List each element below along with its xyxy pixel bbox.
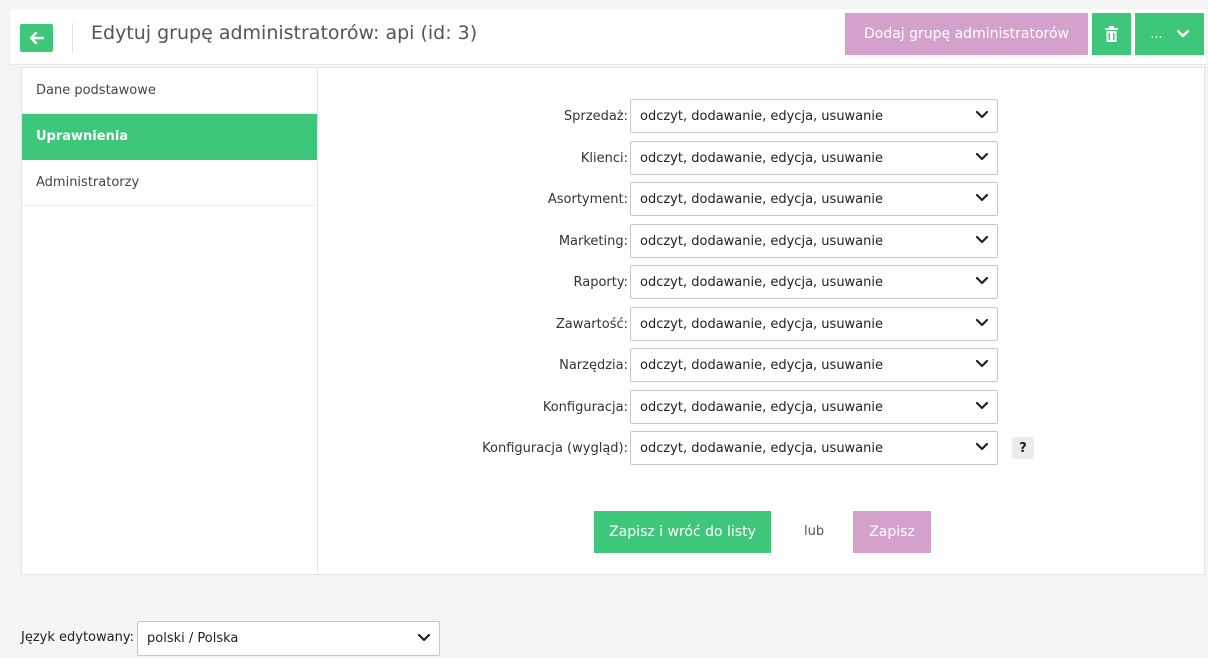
permission-row-configuration-appearance: Konfiguracja (wygląd): odczyt, dodawanie… (318, 431, 1038, 465)
chevron-down-icon (976, 443, 988, 451)
select-value: odczyt, dodawanie, edycja, usuwanie (640, 108, 884, 124)
field-label: Konfiguracja: (542, 399, 628, 415)
chevron-down-icon (976, 319, 988, 327)
select-value: polski / Polska (147, 631, 239, 646)
or-separator: lub (804, 524, 825, 539)
edit-panel: Dane podstawowe Uprawnienia Administrato… (21, 67, 1205, 575)
page-title: Edytuj grupę administratorów: api (id: 3… (91, 22, 478, 44)
field-label: Sprzedaż: (563, 108, 628, 124)
permission-select-tools[interactable]: odczyt, dodawanie, edycja, usuwanie (630, 348, 998, 382)
trash-icon (1105, 26, 1118, 42)
permission-select-clients[interactable]: odczyt, dodawanie, edycja, usuwanie (630, 141, 998, 175)
field-label: Narzędzia: (559, 357, 628, 373)
permission-select-content[interactable]: odczyt, dodawanie, edycja, usuwanie (630, 307, 998, 341)
chevron-down-icon (976, 277, 988, 285)
language-label: Język edytowany: (21, 630, 134, 645)
permission-select-configuration-appearance[interactable]: odczyt, dodawanie, edycja, usuwanie (630, 431, 998, 465)
select-value: odczyt, dodawanie, edycja, usuwanie (640, 191, 884, 207)
chevron-down-icon (418, 634, 430, 642)
permission-select-reports[interactable]: odczyt, dodawanie, edycja, usuwanie (630, 265, 998, 299)
permission-select-sales[interactable]: odczyt, dodawanie, edycja, usuwanie (630, 99, 998, 133)
delete-button[interactable] (1092, 13, 1131, 55)
chevron-down-icon (976, 153, 988, 161)
select-value: odczyt, dodawanie, edycja, usuwanie (640, 150, 884, 166)
field-label: Marketing: (558, 233, 628, 249)
field-label: Klienci: (580, 150, 628, 166)
permission-row-clients: Klienci: odczyt, dodawanie, edycja, usuw… (318, 141, 1038, 175)
header-divider (72, 23, 73, 53)
chevron-down-icon (976, 111, 988, 119)
permission-row-configuration: Konfiguracja: odczyt, dodawanie, edycja,… (318, 390, 1038, 424)
permission-row-tools: Narzędzia: odczyt, dodawanie, edycja, us… (318, 348, 1038, 382)
permission-select-marketing[interactable]: odczyt, dodawanie, edycja, usuwanie (630, 224, 998, 258)
language-select[interactable]: polski / Polska (137, 621, 440, 656)
help-button[interactable]: ? (1012, 437, 1034, 459)
select-value: odczyt, dodawanie, edycja, usuwanie (640, 316, 884, 332)
sidebar-item-permissions[interactable]: Uprawnienia (22, 114, 317, 160)
sidebar: Dane podstawowe Uprawnienia Administrato… (22, 68, 318, 574)
chevron-down-icon (1176, 30, 1189, 38)
add-admin-group-button[interactable]: Dodaj grupę administratorów (845, 13, 1088, 55)
more-actions-dropdown[interactable]: ... (1135, 13, 1204, 55)
permission-row-assortment: Asortyment: odczyt, dodawanie, edycja, u… (318, 182, 1038, 216)
select-value: odczyt, dodawanie, edycja, usuwanie (640, 399, 884, 415)
permission-row-content: Zawartość: odczyt, dodawanie, edycja, us… (318, 307, 1038, 341)
page-header: Edytuj grupę administratorów: api (id: 3… (10, 9, 1206, 65)
chevron-down-icon (976, 236, 988, 244)
permission-select-configuration[interactable]: odczyt, dodawanie, edycja, usuwanie (630, 390, 998, 424)
field-label: Zawartość: (555, 316, 628, 332)
more-label: ... (1150, 26, 1163, 42)
save-and-return-button[interactable]: Zapisz i wróć do listy (594, 511, 771, 553)
select-value: odczyt, dodawanie, edycja, usuwanie (640, 274, 884, 290)
sidebar-item-basic-data[interactable]: Dane podstawowe (22, 68, 317, 114)
chevron-down-icon (976, 402, 988, 410)
select-value: odczyt, dodawanie, edycja, usuwanie (640, 233, 884, 249)
chevron-down-icon (976, 360, 988, 368)
permission-row-sales: Sprzedaż: odczyt, dodawanie, edycja, usu… (318, 99, 1038, 133)
field-label: Asortyment: (547, 191, 628, 207)
select-value: odczyt, dodawanie, edycja, usuwanie (640, 357, 884, 373)
back-button[interactable] (20, 24, 53, 52)
permission-row-reports: Raporty: odczyt, dodawanie, edycja, usuw… (318, 265, 1038, 299)
select-value: odczyt, dodawanie, edycja, usuwanie (640, 440, 884, 456)
field-label: Raporty: (573, 274, 629, 290)
field-label: Konfiguracja (wygląd): (482, 440, 628, 456)
save-button[interactable]: Zapisz (853, 511, 931, 553)
sidebar-item-administrators[interactable]: Administratorzy (22, 160, 317, 206)
chevron-down-icon (976, 194, 988, 202)
arrow-left-icon (29, 32, 44, 44)
permission-select-assortment[interactable]: odczyt, dodawanie, edycja, usuwanie (630, 182, 998, 216)
permission-row-marketing: Marketing: odczyt, dodawanie, edycja, us… (318, 224, 1038, 258)
